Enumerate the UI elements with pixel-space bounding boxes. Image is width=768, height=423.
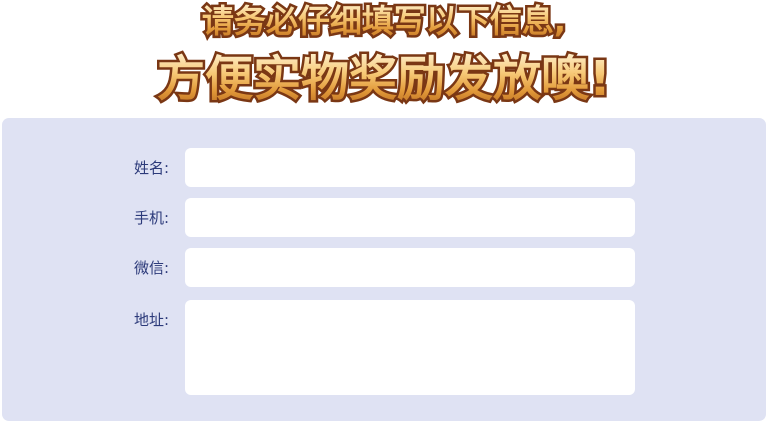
reward-info-page: 请务必仔细填写以下信息, 请务必仔细填写以下信息, 方便实物奖励发放噢! 方便实… <box>0 0 768 423</box>
headline-line1: 请务必仔细填写以下信息, <box>0 1 768 41</box>
name-label: 姓名: <box>134 159 170 177</box>
phone-input[interactable] <box>185 198 635 237</box>
headline-line2: 方便实物奖励发放噢! <box>0 50 768 108</box>
form-panel: 姓名: 手机: 微信: 地址: <box>2 118 766 421</box>
wechat-input[interactable] <box>185 248 635 287</box>
phone-label: 手机: <box>134 209 170 227</box>
wechat-label: 微信: <box>134 259 170 277</box>
address-label: 地址: <box>134 311 170 329</box>
name-input[interactable] <box>185 148 635 187</box>
address-textarea[interactable] <box>185 300 635 395</box>
